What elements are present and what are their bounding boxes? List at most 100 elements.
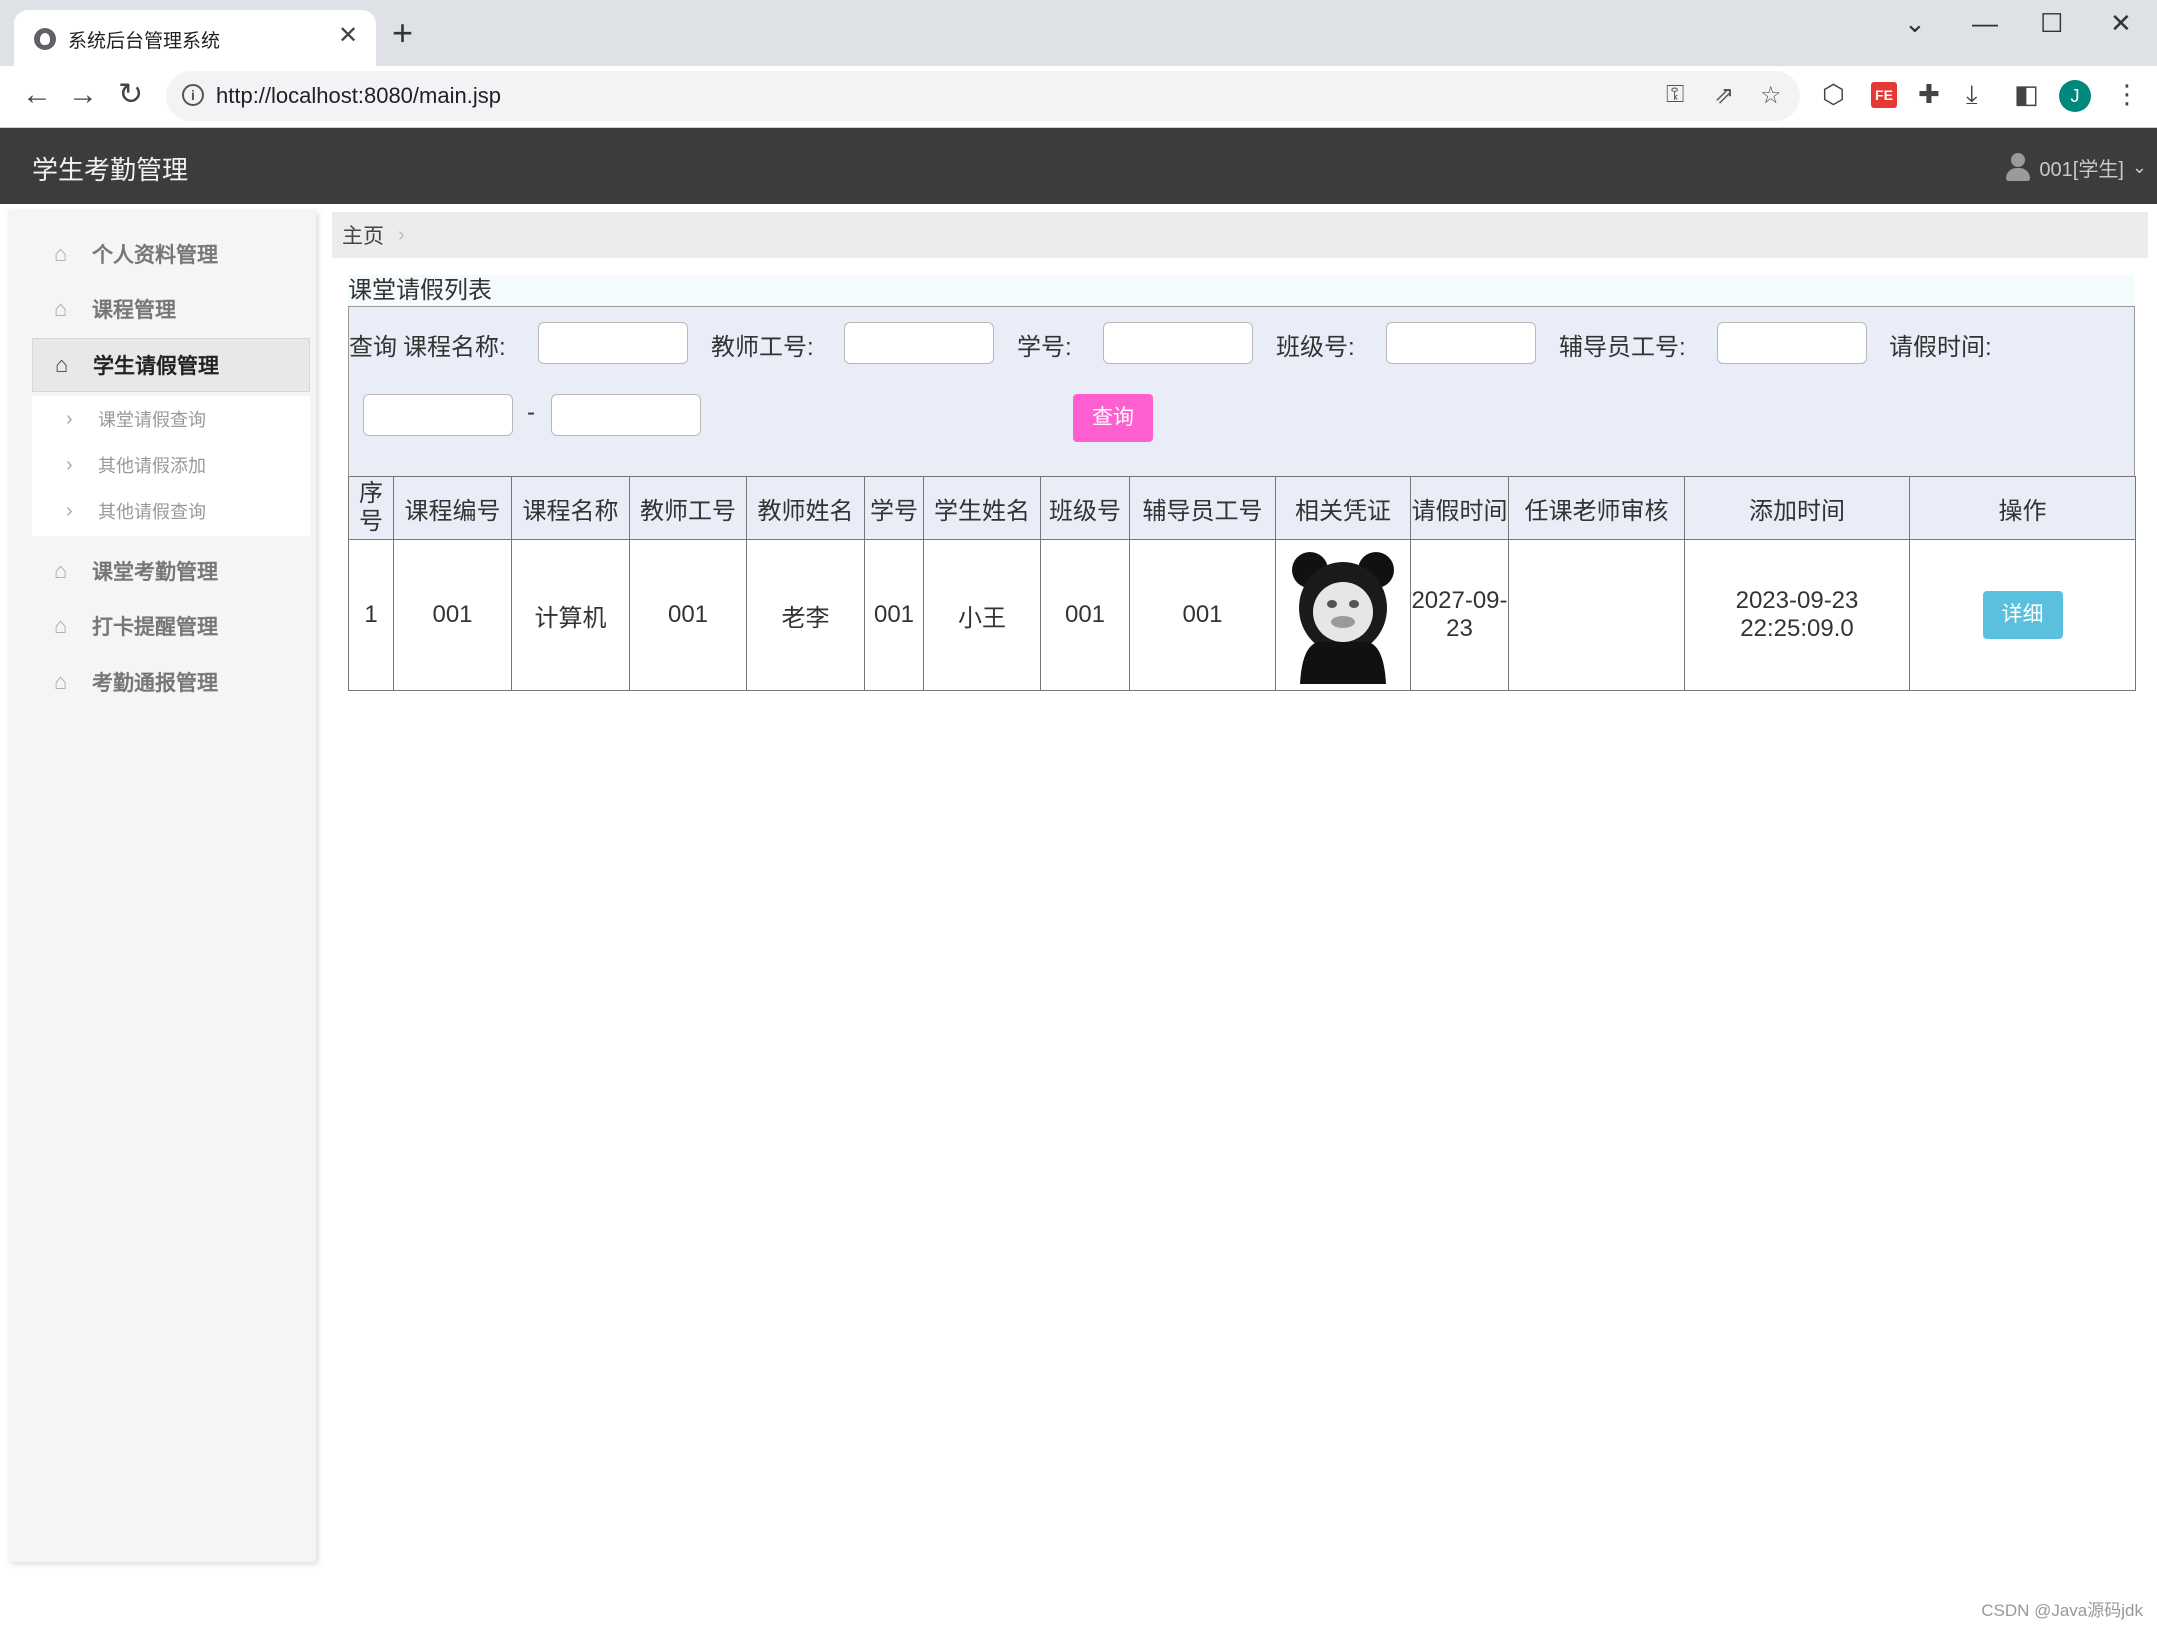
url-text[interactable]: http://localhost:8080/main.jsp bbox=[216, 83, 501, 109]
browser-tab[interactable]: 系统后台管理系统 ✕ bbox=[14, 10, 376, 66]
proof-image[interactable] bbox=[1288, 546, 1398, 684]
course-name-input[interactable] bbox=[538, 322, 688, 364]
course-name-label: 课程名称: bbox=[403, 334, 506, 361]
home-icon: ⌂ bbox=[54, 241, 68, 266]
sidebar-submenu: › 课堂请假查询 › 其他请假添加 › 其他请假查询 bbox=[32, 396, 310, 536]
detail-button[interactable]: 详细 bbox=[1982, 591, 2063, 639]
search-panel: 查询 课程名称: 教师工号: 学号: 班级号: 辅导员工号: 请假时间: - 查… bbox=[348, 306, 2135, 476]
browser-menu-icon[interactable]: ⋮ bbox=[2114, 78, 2140, 110]
home-icon: ⌂ bbox=[55, 352, 69, 377]
back-arrow-icon[interactable]: ← bbox=[22, 80, 52, 110]
chevron-right-icon: › bbox=[66, 407, 73, 430]
cell-course-name: 计算机 bbox=[511, 539, 630, 691]
app-header: 学生考勤管理 001[学生] ⌄ bbox=[0, 128, 2157, 204]
leave-time-end-input[interactable] bbox=[551, 394, 701, 436]
search-button[interactable]: 查询 bbox=[1073, 394, 1153, 442]
globe-icon bbox=[34, 28, 56, 50]
bookmark-star-icon[interactable]: ☆ bbox=[1760, 81, 1782, 110]
table-header-row: 序号 课程编号 课程名称 教师工号 教师姓名 学号 学生姓名 班级号 辅导员工号… bbox=[348, 476, 2136, 540]
sidebar-item-label: 学生请假管理 bbox=[93, 355, 219, 378]
sidebar-item-label: 考勤通报管理 bbox=[92, 672, 218, 695]
chevron-right-icon: › bbox=[66, 453, 73, 476]
cell-class-id: 001 bbox=[1040, 539, 1130, 691]
share-icon[interactable]: ⇗ bbox=[1714, 81, 1734, 110]
submenu-item-label: 其他请假添加 bbox=[98, 456, 206, 476]
user-menu[interactable]: 001[学生] ⌄ bbox=[2005, 150, 2147, 184]
extension-hexagon-icon[interactable]: ⬡ bbox=[1822, 78, 1845, 110]
column-header: 任课老师审核 bbox=[1508, 476, 1685, 540]
submenu-item-other-leave-query[interactable]: › 其他请假查询 bbox=[32, 488, 310, 534]
submenu-item-label: 课堂请假查询 bbox=[98, 410, 206, 430]
home-icon: ⌂ bbox=[54, 669, 68, 694]
cell-review bbox=[1508, 539, 1685, 691]
cell-teacher-id: 001 bbox=[629, 539, 747, 691]
cell-course-no: 001 bbox=[393, 539, 512, 691]
column-header: 教师姓名 bbox=[746, 476, 865, 540]
cell-added-time: 2023-09-23 22:25:09.0 bbox=[1684, 539, 1910, 691]
extensions-puzzle-icon[interactable]: ✚ bbox=[1918, 78, 1940, 110]
breadcrumb: 主页 › bbox=[332, 212, 2148, 258]
cell-action: 详细 bbox=[1909, 539, 2136, 691]
tab-close-icon[interactable]: ✕ bbox=[338, 22, 358, 50]
window-close-icon[interactable]: ✕ bbox=[2110, 10, 2132, 36]
download-icon[interactable]: ⤓ bbox=[1966, 78, 1978, 110]
sidebar: ⌂ 个人资料管理 ⌂ 课程管理 ⌂ 学生请假管理 › 课堂请假查询 › 其他请假… bbox=[8, 210, 316, 1562]
browser-tab-bar: 系统后台管理系统 ✕ + ⌄ — ☐ ✕ bbox=[0, 0, 2157, 66]
cell-proof bbox=[1275, 539, 1411, 691]
class-id-input[interactable] bbox=[1386, 322, 1536, 364]
sidebar-item-courses[interactable]: ⌂ 课程管理 bbox=[32, 282, 310, 336]
side-panel-icon[interactable]: ◧ bbox=[2014, 78, 2039, 110]
counselor-id-input[interactable] bbox=[1717, 322, 1867, 364]
student-id-input[interactable] bbox=[1103, 322, 1253, 364]
extension-fe-icon[interactable]: FE bbox=[1871, 82, 1897, 108]
sidebar-item-leave[interactable]: ⌂ 学生请假管理 bbox=[32, 338, 310, 392]
column-header: 请假时间 bbox=[1410, 476, 1509, 540]
sidebar-item-checkin-reminder[interactable]: ⌂ 打卡提醒管理 bbox=[32, 599, 310, 653]
address-bar[interactable]: i http://localhost:8080/main.jsp ⚿ ⇗ ☆ bbox=[166, 71, 1800, 121]
minimize-icon[interactable]: — bbox=[1972, 10, 1998, 36]
column-header: 教师工号 bbox=[629, 476, 747, 540]
app-title: 学生考勤管理 bbox=[32, 155, 189, 185]
user-icon bbox=[2005, 153, 2031, 181]
column-header: 班级号 bbox=[1040, 476, 1130, 540]
reload-icon[interactable]: ↻ bbox=[118, 80, 143, 110]
submenu-item-label: 其他请假查询 bbox=[98, 502, 206, 522]
teacher-id-input[interactable] bbox=[844, 322, 994, 364]
new-tab-button[interactable]: + bbox=[392, 15, 413, 51]
breadcrumb-home[interactable]: 主页 bbox=[342, 220, 384, 250]
submenu-item-class-leave-query[interactable]: › 课堂请假查询 bbox=[32, 396, 310, 442]
sidebar-item-attendance[interactable]: ⌂ 课堂考勤管理 bbox=[32, 544, 310, 598]
home-icon: ⌂ bbox=[54, 296, 68, 321]
browser-toolbar: ← → ↻ i http://localhost:8080/main.jsp ⚿… bbox=[0, 66, 2157, 128]
sidebar-item-label: 课程管理 bbox=[92, 299, 176, 322]
tab-search-chevron-icon[interactable]: ⌄ bbox=[1904, 10, 1926, 36]
cell-index: 1 bbox=[348, 539, 394, 691]
page-title: 课堂请假列表 bbox=[348, 275, 2134, 307]
chevron-right-icon: › bbox=[66, 499, 73, 522]
search-prefix: 查询 bbox=[349, 334, 397, 361]
maximize-icon[interactable]: ☐ bbox=[2040, 10, 2063, 36]
tab-title: 系统后台管理系统 bbox=[68, 31, 221, 52]
leave-time-label: 请假时间: bbox=[1889, 334, 1992, 361]
column-header: 添加时间 bbox=[1684, 476, 1910, 540]
counselor-id-label: 辅导员工号: bbox=[1559, 334, 1686, 361]
cell-student-name: 小王 bbox=[923, 539, 1041, 691]
column-header: 辅导员工号 bbox=[1129, 476, 1276, 540]
user-label: 001[学生] bbox=[2039, 158, 2124, 181]
site-info-icon[interactable]: i bbox=[182, 84, 204, 106]
sidebar-item-profile[interactable]: ⌂ 个人资料管理 bbox=[32, 227, 310, 281]
chevron-right-icon: › bbox=[398, 223, 405, 246]
column-header: 学号 bbox=[864, 476, 924, 540]
cell-teacher-name: 老李 bbox=[746, 539, 865, 691]
column-header: 学生姓名 bbox=[923, 476, 1041, 540]
forward-arrow-icon[interactable]: → bbox=[68, 80, 98, 110]
chevron-down-icon: ⌄ bbox=[2131, 156, 2147, 177]
column-header: 课程编号 bbox=[393, 476, 512, 540]
home-icon: ⌂ bbox=[54, 558, 68, 583]
leave-table: 序号 课程编号 课程名称 教师工号 教师姓名 学号 学生姓名 班级号 辅导员工号… bbox=[348, 476, 2136, 691]
profile-avatar[interactable]: J bbox=[2059, 80, 2091, 112]
key-icon[interactable]: ⚿ bbox=[1666, 81, 1684, 109]
submenu-item-other-leave-add[interactable]: › 其他请假添加 bbox=[32, 442, 310, 488]
sidebar-item-attendance-notice[interactable]: ⌂ 考勤通报管理 bbox=[32, 655, 310, 709]
leave-time-start-input[interactable] bbox=[363, 394, 513, 436]
